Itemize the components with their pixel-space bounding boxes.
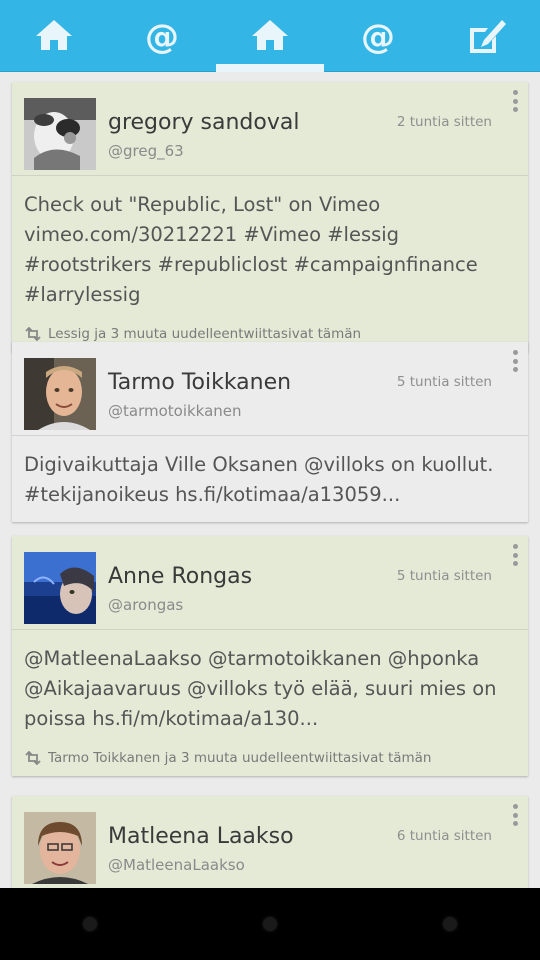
avatar[interactable] — [24, 98, 96, 170]
retweet-label: Lessig ja 3 muuta uudelleentwiittasivat … — [48, 326, 362, 342]
back-button[interactable] — [83, 917, 97, 931]
overflow-menu-icon[interactable] — [508, 88, 522, 114]
home-icon — [36, 20, 72, 50]
home-button[interactable] — [263, 917, 277, 931]
author-name[interactable]: gregory sandoval — [108, 110, 299, 135]
retweet-label: Tarmo Toikkanen ja 3 muuta uudelleentwii… — [48, 750, 432, 766]
tab-home[interactable] — [0, 0, 108, 72]
tab-mentions[interactable]: @ — [108, 0, 216, 72]
tweet-timeline[interactable]: gregory sandoval @greg_63 2 tuntia sitte… — [0, 72, 540, 888]
svg-text:@: @ — [361, 17, 395, 56]
author-name[interactable]: Matleena Laakso — [108, 824, 294, 849]
tweet-card[interactable]: Matleena Laakso @MatleenaLaakso 6 tuntia… — [12, 796, 528, 888]
home-icon — [252, 20, 288, 50]
overflow-menu-icon[interactable] — [508, 348, 522, 374]
tweet-text[interactable]: Check out "Republic, Lost" on Vimeo vime… — [12, 176, 528, 316]
author-handle[interactable]: @MatleenaLaakso — [108, 856, 245, 874]
tweet-timestamp: 5 tuntia sitten — [396, 374, 492, 390]
tweet-text[interactable]: Digivaikuttaja Ville Oksanen @villoks on… — [12, 436, 528, 522]
retweet-icon — [25, 327, 41, 341]
system-navigation-bar — [0, 888, 540, 960]
author-name[interactable]: Tarmo Toikkanen — [108, 370, 291, 395]
tweet-card[interactable]: Anne Rongas @arongas 5 tuntia sitten @Ma… — [12, 536, 528, 776]
author-name[interactable]: Anne Rongas — [108, 564, 252, 589]
author-handle[interactable]: @tarmotoikkanen — [108, 402, 242, 420]
avatar[interactable] — [24, 552, 96, 624]
tweet-card[interactable]: Tarmo Toikkanen @tarmotoikkanen 5 tuntia… — [12, 342, 528, 522]
mention-icon: @ — [145, 17, 179, 56]
retweet-icon — [25, 751, 41, 765]
tweet-card[interactable]: gregory sandoval @greg_63 2 tuntia sitte… — [12, 82, 528, 352]
mention-icon: @ — [361, 17, 395, 56]
svg-text:@: @ — [145, 17, 179, 56]
author-handle[interactable]: @arongas — [108, 596, 183, 614]
recent-apps-button[interactable] — [443, 917, 457, 931]
compose-icon — [470, 20, 506, 53]
retweet-info[interactable]: Tarmo Toikkanen ja 3 muuta uudelleentwii… — [12, 740, 528, 776]
tweet-timestamp: 2 tuntia sitten — [396, 114, 492, 130]
tab-compose[interactable] — [432, 0, 540, 72]
avatar[interactable] — [24, 812, 96, 884]
tab-home-active[interactable] — [216, 0, 324, 72]
top-tab-bar: @ @ — [0, 0, 540, 72]
avatar[interactable] — [24, 358, 96, 430]
tweet-text[interactable]: @MatleenaLaakso @tarmotoikkanen @hponka … — [12, 630, 528, 740]
overflow-menu-icon[interactable] — [508, 802, 522, 828]
tab-mentions-2[interactable]: @ — [324, 0, 432, 72]
overflow-menu-icon[interactable] — [508, 542, 522, 568]
tweet-timestamp: 5 tuntia sitten — [396, 568, 492, 584]
tweet-timestamp: 6 tuntia sitten — [396, 828, 492, 844]
author-handle[interactable]: @greg_63 — [108, 142, 184, 160]
active-tab-indicator — [216, 64, 324, 72]
